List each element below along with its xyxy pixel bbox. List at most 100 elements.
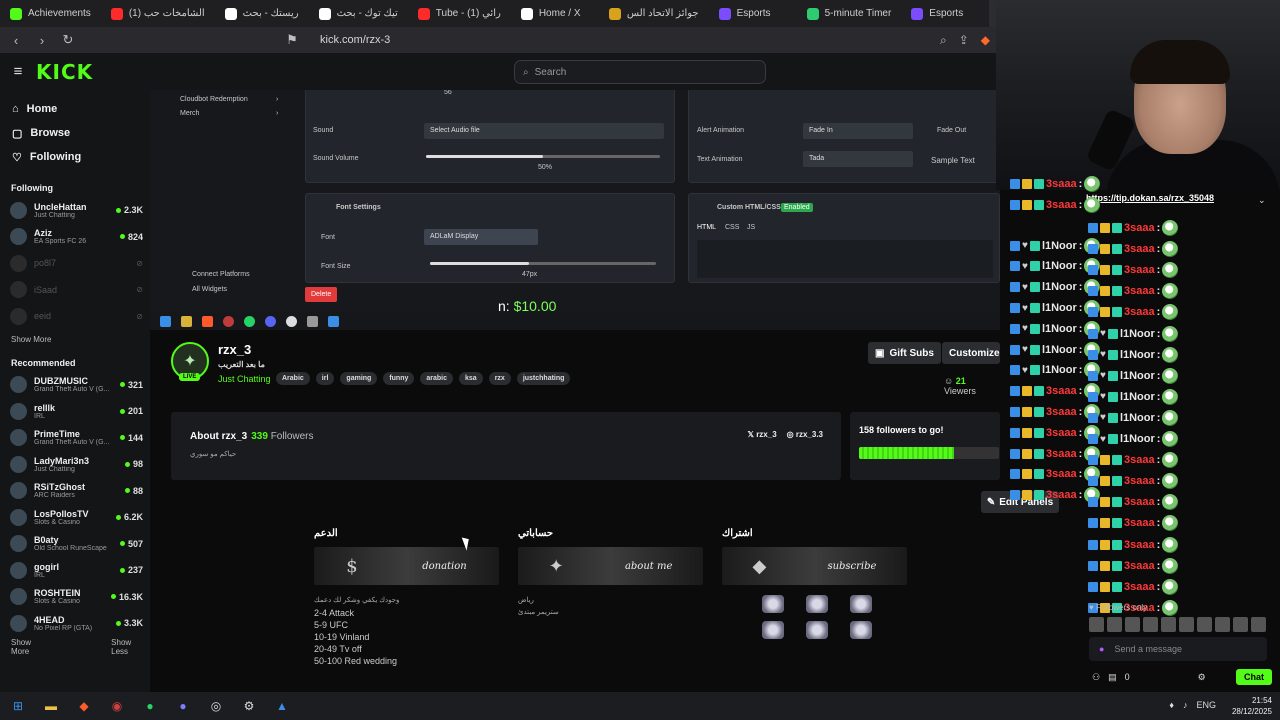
chat-username[interactable]: 3saaa xyxy=(1124,264,1155,276)
menu-icon[interactable]: ≡ xyxy=(0,63,36,80)
avatar[interactable] xyxy=(1233,617,1248,632)
settings-icon[interactable]: ⚙ xyxy=(1198,672,1206,683)
sidebar-channel[interactable]: Aziz EA Sports FC 26 824 xyxy=(0,224,150,251)
chat-username[interactable]: 3saaa xyxy=(1124,475,1155,487)
tag-gaming[interactable]: gaming xyxy=(340,372,378,385)
chat-username[interactable]: 3saaa xyxy=(1124,243,1155,255)
points-icon[interactable]: ▤ xyxy=(1108,672,1117,683)
tag-irl[interactable]: irl xyxy=(315,372,335,385)
avatar[interactable] xyxy=(1089,617,1104,632)
whatsapp-icon[interactable]: ● xyxy=(141,697,159,715)
show-less-button[interactable]: Show Less xyxy=(111,638,150,656)
chat-username[interactable]: 3saaa xyxy=(1124,306,1155,318)
avatar[interactable] xyxy=(1125,617,1140,632)
tag-rzx[interactable]: rzx xyxy=(488,372,511,385)
chat-username[interactable]: 3saaa xyxy=(1046,448,1077,460)
tag-ksa[interactable]: ksa xyxy=(459,372,483,385)
share-icon[interactable]: ⇪ xyxy=(959,33,969,48)
sidebar-channel[interactable]: relllk IRL 201 xyxy=(0,398,150,425)
browser-tab[interactable]: جوائز الاتحاد الس xyxy=(599,0,709,27)
avatar[interactable] xyxy=(1179,617,1194,632)
chat-message-input[interactable]: ● Send a message xyxy=(1089,637,1267,661)
search-input[interactable]: ⌕ Search xyxy=(514,60,766,84)
chat-username[interactable]: l1Noor xyxy=(1120,328,1155,340)
sidebar-channel[interactable]: LadyMari3n3 Just Chatting 98 xyxy=(0,451,150,478)
reload-icon[interactable]: ↻ xyxy=(60,32,76,48)
chat-username[interactable]: 3saaa xyxy=(1124,285,1155,297)
sidebar-channel[interactable]: gogirl IRL 237 xyxy=(0,557,150,584)
app-icon[interactable]: ▲ xyxy=(273,697,291,715)
instagram-link[interactable]: ◎ rzx_3.3 xyxy=(787,430,823,439)
subscribe-banner[interactable]: ◆ subscribe xyxy=(722,547,907,585)
app-icon[interactable]: ◉ xyxy=(108,697,126,715)
chat-username[interactable]: l1Noor xyxy=(1042,323,1077,335)
chat-username[interactable]: 3saaa xyxy=(1046,199,1077,211)
chat-username[interactable]: 3saaa xyxy=(1046,489,1077,501)
brave-icon[interactable]: ◆ xyxy=(75,697,93,715)
sidebar-channel[interactable]: 4HEAD No Pixel RP (GTA) 3.3K xyxy=(0,610,150,637)
zoom-icon[interactable]: ⌕ xyxy=(940,33,947,48)
avatar[interactable] xyxy=(1107,617,1122,632)
avatar[interactable] xyxy=(1197,617,1212,632)
avatar[interactable] xyxy=(1143,617,1158,632)
about-me-banner[interactable]: ✦ about me xyxy=(518,547,703,585)
chat-username[interactable]: l1Noor xyxy=(1120,412,1155,424)
chat-username[interactable]: 3saaa xyxy=(1124,581,1155,593)
browser-tab[interactable]: (1) الشامخات حب xyxy=(101,0,215,27)
sidebar-channel[interactable]: PrimeTime Grand Theft Auto V (G... 144 xyxy=(0,425,150,452)
brave-shield-icon[interactable]: ◆ xyxy=(981,33,990,48)
avatar[interactable] xyxy=(1251,617,1266,632)
language-indicator[interactable]: ENG xyxy=(1196,700,1216,710)
sidebar-channel[interactable]: DUBZMUSIC Grand Theft Auto V (G... 321 xyxy=(0,372,150,399)
sidebar-channel[interactable]: B0aty Old School RuneScape 507 xyxy=(0,531,150,558)
sidebar-channel[interactable]: LosPollosTV Slots & Casino 6.2K xyxy=(0,504,150,531)
chat-username[interactable]: l1Noor xyxy=(1042,281,1077,293)
sidebar-channel[interactable]: UncleHattan Just Chatting 2.3K xyxy=(0,197,150,224)
sidebar-channel[interactable]: ROSHTEIN Slots & Casino 16.3K xyxy=(0,584,150,611)
browser-tab[interactable]: Achievements xyxy=(0,0,101,27)
sidebar-channel[interactable]: po8l7 ⊘ xyxy=(0,250,150,277)
chat-username[interactable]: l1Noor xyxy=(1042,344,1077,356)
stream-category[interactable]: Just Chatting xyxy=(218,374,271,384)
chat-username[interactable]: l1Noor xyxy=(1120,391,1155,403)
chat-username[interactable]: 3saaa xyxy=(1124,517,1155,529)
discord-icon[interactable]: ● xyxy=(174,697,192,715)
channel-name[interactable]: rzx_3 xyxy=(218,342,251,357)
settings-icon[interactable]: ⚙ xyxy=(240,697,258,715)
chat-username[interactable]: 3saaa xyxy=(1124,539,1155,551)
browser-tab[interactable]: Esports xyxy=(901,0,989,27)
chat-username[interactable]: l1Noor xyxy=(1042,302,1077,314)
chat-username[interactable]: 3saaa xyxy=(1046,406,1077,418)
chat-username[interactable]: l1Noor xyxy=(1120,370,1155,382)
chat-username[interactable]: l1Noor xyxy=(1042,260,1077,272)
show-more-button[interactable]: Show More xyxy=(11,638,51,656)
back-icon[interactable]: ‹ xyxy=(8,33,24,48)
tag-arabic[interactable]: Arabic xyxy=(276,372,310,385)
sidebar-item-following[interactable]: ♡ Following xyxy=(0,145,150,169)
url-field[interactable]: kick.com/rzx-3 xyxy=(320,34,390,46)
kick-logo[interactable]: KICK xyxy=(36,60,93,84)
volume-icon[interactable]: ♪ xyxy=(1183,700,1188,710)
tag-justchhating[interactable]: justchhating xyxy=(516,372,571,385)
users-icon[interactable]: ⚇ xyxy=(1092,672,1100,683)
chat-username[interactable]: 3saaa xyxy=(1046,385,1077,397)
chat-username[interactable]: 3saaa xyxy=(1046,427,1077,439)
microphone-icon[interactable]: ♦ xyxy=(1169,700,1174,710)
sidebar-channel[interactable]: RSiTzGhost ARC Raiders 88 xyxy=(0,478,150,505)
tag-arabic[interactable]: arabic xyxy=(420,372,453,385)
browser-tab[interactable]: Home / X xyxy=(511,0,599,27)
avatar[interactable] xyxy=(1161,617,1176,632)
avatar[interactable] xyxy=(1215,617,1230,632)
sidebar-item-browse[interactable]: ▢ Browse xyxy=(0,121,150,145)
chat-username[interactable]: l1Noor xyxy=(1120,433,1155,445)
chat-username[interactable]: 3saaa xyxy=(1046,178,1077,190)
gift-subs-button[interactable]: ▣ Gift Subs xyxy=(868,342,941,364)
chat-username[interactable]: l1Noor xyxy=(1042,364,1077,376)
chat-username[interactable]: 3saaa xyxy=(1046,468,1077,480)
chat-username[interactable]: 3saaa xyxy=(1124,496,1155,508)
donation-banner[interactable]: $ donation xyxy=(314,547,499,585)
obs-icon[interactable]: ◎ xyxy=(207,697,225,715)
customize-channel-button[interactable]: Customize channel xyxy=(942,342,1000,364)
bookmark-icon[interactable]: ⚑ xyxy=(284,32,300,48)
sidebar-item-home[interactable]: ⌂ Home xyxy=(0,97,150,121)
